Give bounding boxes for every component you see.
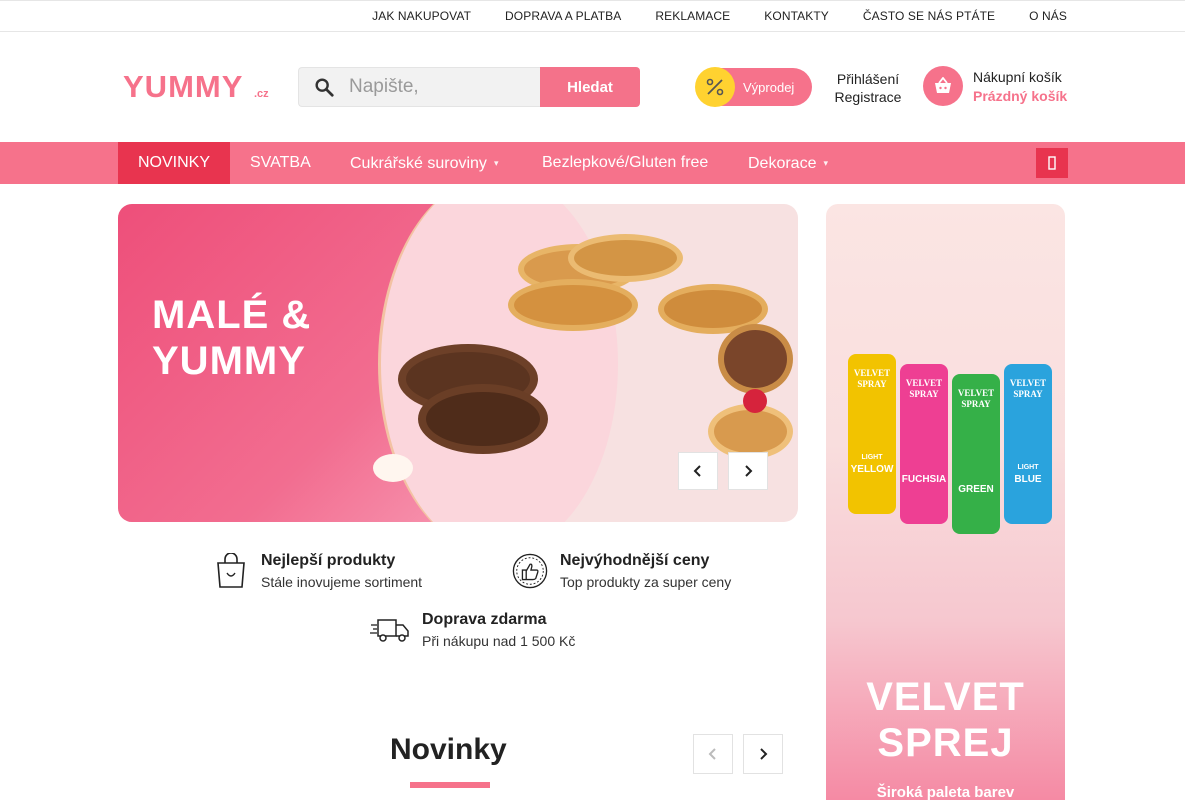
side-banner-subline: Široká paleta barev [876,784,1015,800]
can-color-name: BLUE [1014,474,1042,485]
top-link-faq[interactable]: ČASTO SE NÁS PTÁTE [863,9,995,23]
benefit-title: Doprava zdarma [422,611,547,628]
benefit-text: Stále inovujeme sortiment [261,574,423,590]
menu-toggle-button[interactable] [1036,148,1068,178]
nav-item-label: Cukrářské suroviny [350,155,487,172]
benefit-best-prices: Nejvýhodnější ceny Top produkty za super… [512,552,731,592]
can-label: VELVET SPRAY [1009,378,1047,399]
chevron-left-icon [693,465,701,477]
chevron-down-icon: ▾ [823,158,829,168]
sale-button[interactable]: Výprodej [695,67,812,107]
can-color-name: GREEN [958,484,994,495]
shopping-bag-icon [213,552,249,590]
can-light: LIGHT [861,454,883,461]
benefit-title: Nejlepší produkty [261,552,396,569]
top-links: JAK NAKUPOVAT DOPRAVA A PLATBA REKLAMACE… [338,9,1067,23]
spray-can-green: VELVET SPRAY GREEN [952,374,1000,534]
cart-title: Nákupní košík [973,69,1062,85]
search-box [298,67,540,107]
can-label: VELVET SPRAY [905,378,943,399]
can-label: VELVET SPRAY [853,368,891,389]
benefit-free-shipping: Doprava zdarma Při nákupu nad 1 500 Kč [370,611,575,651]
banner-headline: MALÉ & YUMMY [152,292,311,384]
thumbs-up-icon [512,552,548,590]
search-bar: Hledat [298,67,640,107]
benefit-text: Top produkty za super ceny [560,574,732,590]
chevron-down-icon: ▾ [493,158,499,168]
cart-status: Prázdný košík [973,88,1068,104]
banner-next-button[interactable] [728,452,768,490]
benefit-title: Nejvýhodnější ceny [560,552,710,569]
banner-line-1: MALÉ & [152,293,312,337]
side-headline-1: VELVET [866,675,1025,719]
tart-image [418,384,548,454]
top-link-kontakty[interactable]: KONTAKTY [764,9,829,23]
top-bar: JAK NAKUPOVAT DOPRAVA A PLATBA REKLAMACE… [0,0,1185,32]
products-prev-button[interactable] [693,734,733,774]
section-title: Novinky [390,733,507,766]
tart-image [508,279,638,331]
nav-item-novinky[interactable]: NOVINKY [118,142,231,184]
svg-text:.cz: .cz [254,88,269,100]
nav-item-label: Dekorace [748,155,817,172]
benefit-text: Při nákupu nad 1 500 Kč [422,633,576,649]
top-link-o-nas[interactable]: O NÁS [1029,9,1067,23]
can-color-name: YELLOW [850,464,894,475]
side-banner-headline: VELVET SPREJ [826,674,1065,766]
nav-item-svatba[interactable]: SVATBA [250,142,311,184]
section-title-underline [410,782,490,788]
svg-text:YUMMY: YUMMY [123,70,243,102]
products-next-button[interactable] [743,734,783,774]
raspberry-image [743,389,767,413]
menu-icon [1048,156,1056,170]
tart-image [718,324,793,394]
can-color-name: FUCHSIA [901,474,947,485]
basket-icon [923,66,963,106]
nav-item-dekorace[interactable]: Dekorace ▾ [748,142,828,184]
login-link[interactable]: Přihlášení [826,70,910,88]
side-headline-2: SPREJ [877,721,1014,765]
tart-image [568,234,683,282]
can-color: LIGHT BLUE [1004,462,1052,486]
cart-button[interactable]: Nákupní košík Prázdný košík [923,66,1071,108]
can-light: LIGHT [1017,464,1039,471]
can-color: LIGHT YELLOW [848,452,896,476]
banner-line-2: YUMMY [152,339,306,383]
site-logo[interactable]: YUMMY .cz [123,69,273,104]
delivery-truck-icon [370,611,410,649]
spray-can-yellow: VELVET SPRAY LIGHT YELLOW [848,354,896,514]
chevron-right-icon [760,748,768,760]
register-link[interactable]: Registrace [826,88,910,106]
percent-icon [695,67,735,107]
search-button[interactable]: Hledat [540,67,640,107]
search-icon [315,78,334,97]
nav-item-bezlepkove[interactable]: Bezlepkové/Gluten free [542,142,708,184]
spray-can-blue: VELVET SPRAY LIGHT BLUE [1004,364,1052,524]
side-banner[interactable]: VELVET SPRAY LIGHT YELLOW VELVET SPRAY FU… [826,204,1065,800]
can-label: VELVET SPRAY [957,388,995,409]
sale-label: Výprodej [743,79,795,95]
search-input[interactable] [349,76,524,98]
nav-item-cukrarske-suroviny[interactable]: Cukrářské suroviny ▾ [350,142,498,184]
top-link-jak-nakupovat[interactable]: JAK NAKUPOVAT [372,9,471,23]
cream-image [373,454,413,482]
main-nav: NOVINKY SVATBA Cukrářské suroviny ▾ Bezle… [0,142,1185,184]
chevron-left-icon [708,748,716,760]
header: YUMMY .cz Hledat Výprodej Přihlášení Reg… [0,32,1185,142]
banner-prev-button[interactable] [678,452,718,490]
top-link-doprava[interactable]: DOPRAVA A PLATBA [505,9,621,23]
hero-banner[interactable]: MALÉ & YUMMY [118,204,798,522]
account-links: Přihlášení Registrace [826,70,910,106]
benefit-best-products: Nejlepší produkty Stále inovujeme sortim… [213,552,422,592]
top-link-reklamace[interactable]: REKLAMACE [655,9,730,23]
chevron-right-icon [745,465,753,477]
spray-can-fuchsia: VELVET SPRAY FUCHSIA [900,364,948,524]
